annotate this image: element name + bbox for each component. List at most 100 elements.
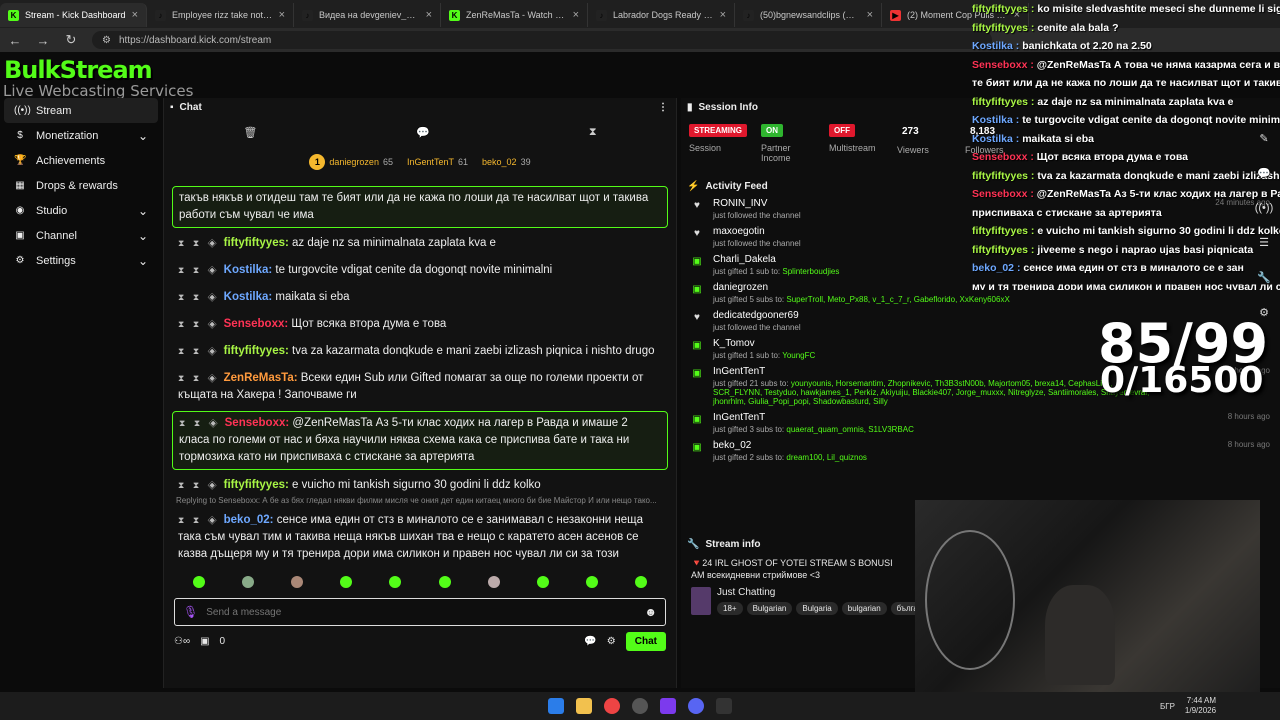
site-info-icon[interactable]: ⚙ — [102, 35, 111, 46]
chat-username[interactable]: fiftyfiftyyes: — [224, 345, 289, 357]
stream-tag[interactable]: Bulgaria — [796, 602, 838, 615]
language-indicator[interactable]: БГР — [1160, 702, 1175, 711]
emote-icon[interactable] — [487, 576, 500, 588]
start-icon[interactable] — [548, 698, 564, 714]
mic-icon[interactable]: 🎙 — [183, 605, 198, 619]
file-explorer-icon[interactable] — [576, 698, 592, 714]
mod-icons[interactable]: ⧗ ⧗ ◈ — [178, 346, 220, 356]
stream-tag[interactable]: Bulgarian — [746, 602, 793, 615]
terminal-icon[interactable] — [716, 698, 732, 714]
tab-favicon: K — [8, 9, 19, 21]
gear-icon[interactable]: ⚙ — [607, 636, 616, 647]
sidebar-item-channel[interactable]: ▣ Channel ⌄ — [4, 223, 158, 248]
nav-icon: ((•)) — [14, 105, 31, 116]
more-icon[interactable]: ⋮ — [658, 102, 668, 113]
mod-icons[interactable]: ⧗ ⧗ ◈ — [178, 238, 220, 248]
emote-icon[interactable] — [586, 576, 599, 588]
chat-text: te turgovcite vdigat cenite da dogonqt n… — [275, 264, 553, 276]
close-tab-icon[interactable]: × — [720, 9, 726, 21]
app-icon[interactable] — [688, 698, 704, 714]
chevron-down-icon[interactable]: ⌄ — [138, 129, 148, 143]
trash-icon[interactable]: 🗑 — [243, 126, 257, 139]
message-input-box[interactable]: 🎙 ☻ — [174, 598, 666, 626]
chat-username[interactable]: fiftyfiftyyes: — [224, 237, 289, 249]
chevron-down-icon[interactable]: ⌄ — [138, 229, 148, 243]
leader-entry[interactable]: beko_02 39 — [482, 157, 531, 167]
overlay-message: fiftyfiftyyes : jiveeme s nego i naprao … — [972, 241, 1280, 260]
mod-icons[interactable]: ⧗ ⧗ ◈ — [178, 480, 220, 490]
discord-icon[interactable] — [660, 698, 676, 714]
sidebar-item-monetization[interactable]: $ Monetization ⌄ — [4, 123, 158, 148]
browser-tab[interactable]: ♪ (50)bgnewsandclips (@bgnews × — [735, 3, 882, 27]
activity-item[interactable]: ▣ beko_02 just gifted 2 subs to: dream100,… — [681, 437, 1280, 465]
sidebar-item-achievements[interactable]: 🏆 Achievements — [4, 148, 158, 173]
chat-settings-icon[interactable]: 💬 — [416, 126, 430, 139]
sidebar-item-studio[interactable]: ◉ Studio ⌄ — [4, 198, 158, 223]
sidebar-item-stream[interactable]: ((•)) Stream — [4, 98, 158, 123]
back-icon[interactable]: ← — [8, 33, 22, 48]
sidebar-item-drops-rewards[interactable]: ▦ Drops & rewards — [4, 173, 158, 198]
gear-icon[interactable]: ⚙ — [1259, 306, 1269, 319]
overlay-text: e vuicho mi tankish sigurno 30 godini li… — [1037, 225, 1280, 237]
chat-icon[interactable]: 💬 — [1257, 167, 1271, 180]
mod-icons[interactable]: ⧗ ⧗ ◈ — [179, 418, 221, 428]
broadcast-icon[interactable]: ((•)) — [1255, 202, 1274, 214]
chevron-down-icon[interactable]: ⌄ — [138, 254, 148, 268]
close-tab-icon[interactable]: × — [279, 9, 285, 21]
browser-tab[interactable]: ♪ Видеа на devgeniev_official (@ × — [294, 3, 441, 27]
close-tab-icon[interactable]: × — [426, 9, 432, 21]
emote-icon[interactable] — [438, 576, 451, 588]
mod-icons[interactable]: ⧗ ⧗ ◈ — [178, 319, 220, 329]
gift-icon: ▣ — [692, 368, 702, 379]
chat-username[interactable]: Kostilka: — [224, 264, 273, 276]
list-icon[interactable]: ☰ — [1259, 236, 1269, 249]
browser-tab[interactable]: ♪ Labrador Dogs Ready to Eat: A × — [588, 3, 735, 27]
sidebar-item-settings[interactable]: ⚙ Settings ⌄ — [4, 248, 158, 273]
emote-icon[interactable] — [290, 576, 303, 588]
emote-icon[interactable] — [192, 576, 205, 588]
chat-bubble-icon[interactable]: 💬 — [584, 636, 596, 647]
reload-icon[interactable]: ↻ — [64, 32, 78, 48]
chat-username[interactable]: fiftyfiftyyes: — [224, 479, 289, 491]
forward-icon[interactable]: → — [36, 33, 50, 48]
emote-icon[interactable] — [241, 576, 254, 588]
chat-message-last: ⧗ ⧗ ◈ beko_02: сенсе има един от стз в ми… — [172, 509, 668, 566]
mod-icons[interactable]: ⧗ ⧗ ◈ — [178, 292, 220, 302]
mod-icons[interactable]: ⧗ ⧗ ◈ — [178, 373, 220, 383]
users-icon[interactable]: ⚇∞ — [174, 636, 190, 647]
leader-entry[interactable]: 1 daniegrozen 65 — [309, 154, 393, 170]
browser-tab[interactable]: ♪ Employee rizz take notes 📝 # × — [147, 3, 294, 27]
emote-icon[interactable] — [536, 576, 549, 588]
chat-username[interactable]: Kostilka: — [224, 291, 273, 303]
emoji-icon[interactable]: ☻ — [644, 605, 657, 619]
chat-username[interactable]: Senseboxx: — [224, 318, 289, 330]
chrome-icon[interactable] — [604, 698, 620, 714]
close-tab-icon[interactable]: × — [573, 9, 579, 21]
obs-icon[interactable] — [632, 698, 648, 714]
message-input[interactable] — [206, 606, 637, 618]
points-count: 0 — [219, 636, 226, 647]
chat-username[interactable]: Senseboxx: — [225, 417, 290, 429]
browser-tab[interactable]: K ZenReMasTa - Watch the VOD × — [441, 3, 588, 27]
stream-tag[interactable]: 18+ — [717, 602, 743, 615]
url-field[interactable]: ⚙ https://dashboard.kick.com/stream — [92, 31, 992, 49]
chat-username[interactable]: beko_02: — [224, 514, 274, 526]
chevron-down-icon[interactable]: ⌄ — [138, 204, 148, 218]
leader-count: 61 — [458, 157, 469, 167]
stream-tag[interactable]: bulgarian — [841, 602, 887, 615]
emote-icon[interactable] — [389, 576, 402, 588]
emote-icon[interactable] — [635, 576, 648, 588]
hourglass-icon[interactable]: ⧗ — [589, 126, 597, 139]
leader-entry[interactable]: InGentTenT 61 — [407, 157, 468, 167]
close-tab-icon[interactable]: × — [132, 9, 138, 21]
mod-icons[interactable]: ⧗ ⧗ ◈ — [178, 265, 220, 275]
edit-icon[interactable]: ✎ — [1259, 132, 1268, 145]
close-tab-icon[interactable]: × — [867, 9, 873, 21]
activity-item[interactable]: ▣ InGentTenT just gifted 3 subs to: quaera… — [681, 409, 1280, 437]
wrench-icon[interactable]: 🔧 — [1257, 271, 1271, 284]
browser-tab[interactable]: K Stream - Kick Dashboard × — [0, 3, 147, 27]
mod-icons[interactable]: ⧗ ⧗ ◈ — [178, 515, 220, 525]
chat-username[interactable]: ZenReMasTa: — [224, 372, 298, 384]
emote-icon[interactable] — [340, 576, 353, 588]
send-chat-button[interactable]: Chat — [625, 632, 666, 651]
